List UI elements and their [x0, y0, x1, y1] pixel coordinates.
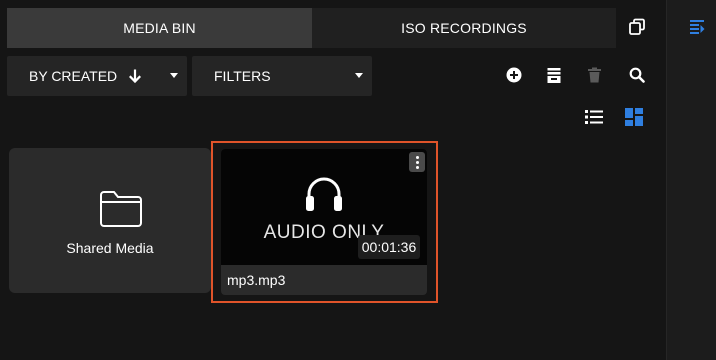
trash-icon[interactable] — [585, 66, 603, 84]
sort-label: BY CREATED — [29, 68, 118, 84]
media-thumbnail[interactable]: AUDIO ONLY 00:01:36 — [221, 149, 427, 265]
folder-icon — [99, 190, 143, 228]
folder-label: Shared Media — [66, 240, 154, 256]
duration-badge: 00:01:36 — [358, 235, 420, 259]
shared-media-folder[interactable]: Shared Media — [9, 148, 211, 293]
media-library-icon[interactable] — [689, 19, 705, 35]
archive-icon[interactable] — [545, 66, 563, 84]
popout-icon[interactable] — [627, 17, 647, 37]
media-item: AUDIO ONLY 00:01:36 mp3.mp3 — [221, 149, 427, 295]
chevron-down-icon — [355, 73, 363, 78]
right-rail — [666, 0, 716, 360]
arrow-down-icon — [128, 68, 142, 84]
filters-label: FILTERS — [214, 68, 271, 84]
tab-iso-recordings[interactable]: ISO RECORDINGS — [312, 8, 616, 48]
tab-media-bin[interactable]: MEDIA BIN — [7, 8, 312, 48]
headphones-icon — [303, 173, 345, 213]
filters-dropdown[interactable]: FILTERS — [192, 56, 372, 96]
search-icon[interactable] — [628, 66, 646, 84]
grid-view-icon[interactable] — [624, 107, 644, 127]
more-options-icon[interactable] — [409, 152, 425, 172]
list-view-icon[interactable] — [584, 107, 604, 127]
media-bin-panel: MEDIA BIN ISO RECORDINGS BY CREATED FILT… — [0, 0, 666, 360]
chevron-down-icon — [170, 73, 178, 78]
media-file-name: mp3.mp3 — [227, 272, 286, 288]
add-icon[interactable] — [505, 66, 523, 84]
sort-dropdown[interactable]: BY CREATED — [7, 56, 187, 96]
media-item-card[interactable]: AUDIO ONLY 00:01:36 mp3.mp3 — [211, 141, 438, 303]
